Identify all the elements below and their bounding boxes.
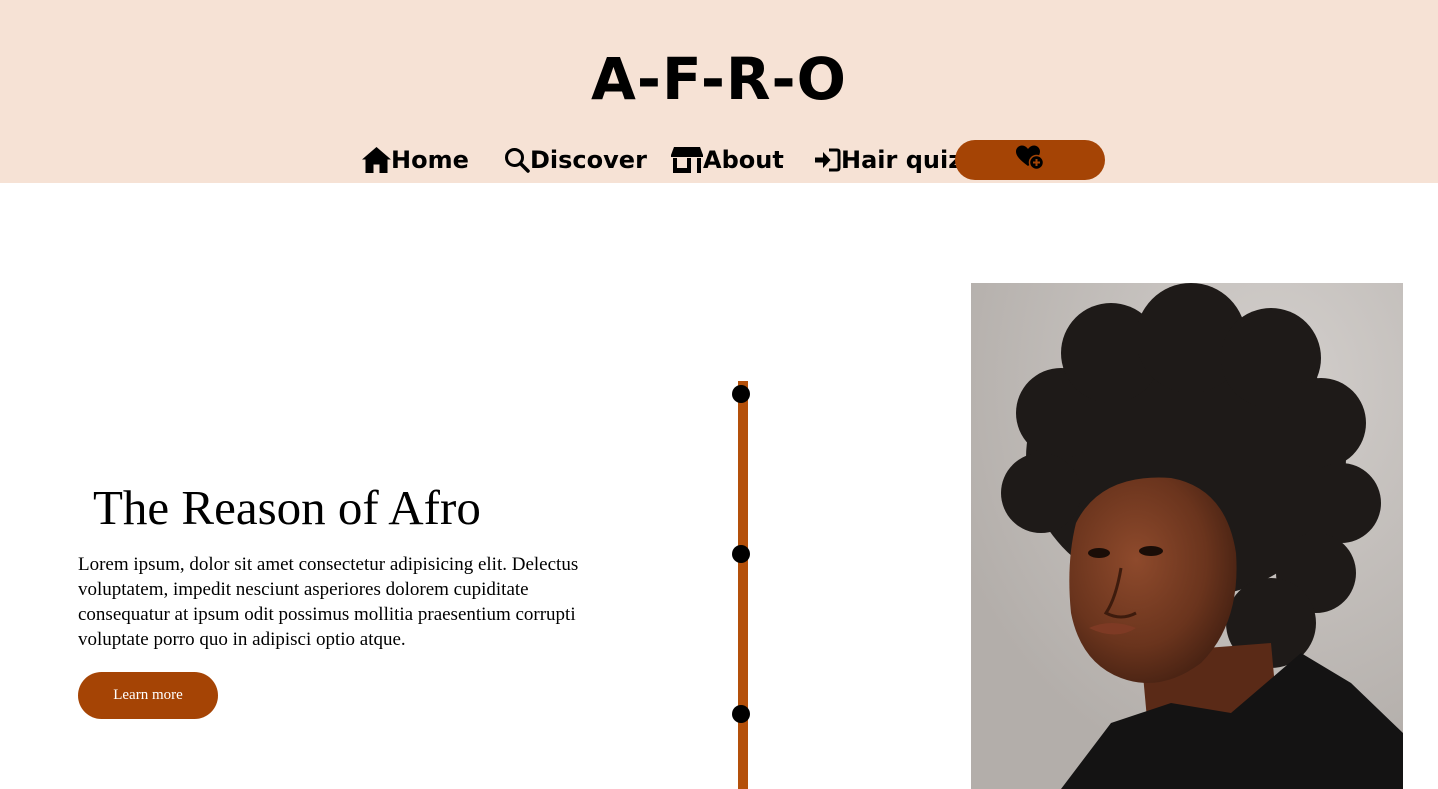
hero-title: The Reason of Afro [93,480,481,535]
site-logo[interactable]: A-F-R-O [0,40,1438,118]
sign-in-icon [815,148,841,172]
nav-home-label: Home [391,146,469,174]
home-icon [362,147,391,173]
nav-home[interactable]: Home [362,140,469,180]
timeline-dot[interactable] [732,385,750,403]
nav-discover-label: Discover [530,146,647,174]
favorites-button[interactable] [955,140,1105,180]
store-icon [671,147,703,173]
portrait-photo [971,283,1403,789]
nav-discover[interactable]: Discover [504,140,647,180]
site-header: A-F-R-O Home Discover About Hair quiz [0,0,1438,183]
heart-plus-icon [1015,145,1045,176]
main-nav: Home Discover About Hair quiz [0,140,1438,180]
timeline-bar [738,381,748,789]
timeline-dot[interactable] [732,705,750,723]
nav-hair-quiz-label: Hair quiz [841,146,963,174]
nav-hair-quiz[interactable]: Hair quiz [815,140,962,180]
search-icon [504,147,530,173]
nav-about-label: About [703,146,784,174]
hero-description: Lorem ipsum, dolor sit amet consectetur … [78,554,579,650]
timeline-dot[interactable] [732,545,750,563]
learn-more-button[interactable]: Learn more [78,672,218,719]
nav-about[interactable]: About [671,140,784,180]
